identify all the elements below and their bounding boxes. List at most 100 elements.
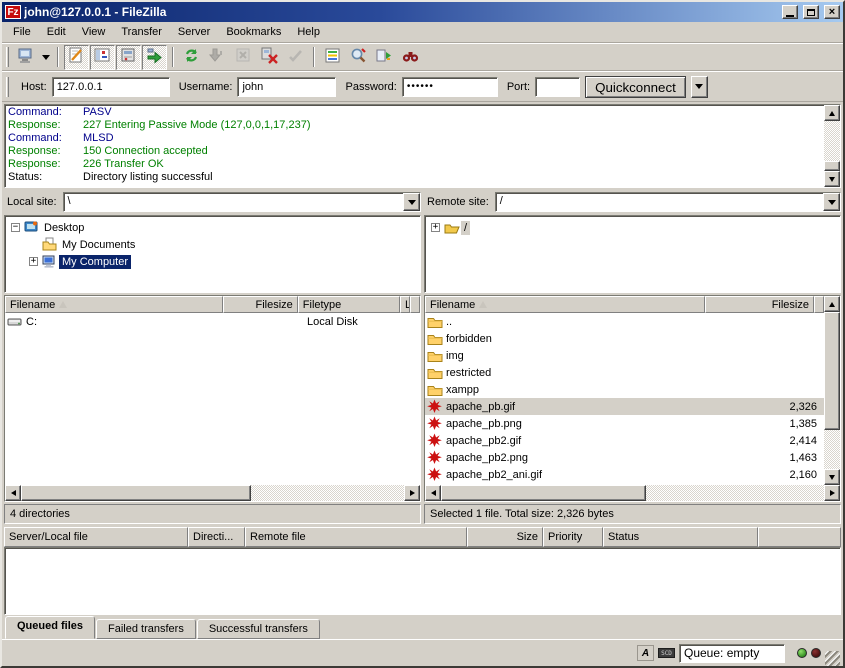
image-file-icon [427, 467, 443, 482]
tab-successful-transfers[interactable]: Successful transfers [197, 619, 320, 639]
remote-file-row[interactable]: apache_pb2.png1,463 [425, 449, 824, 466]
scroll-track[interactable] [646, 485, 824, 501]
scroll-thumb[interactable] [21, 485, 251, 501]
open-folder-icon [444, 221, 461, 235]
column-header-filename[interactable]: Filename [425, 296, 705, 313]
log-vertical-scrollbar[interactable] [824, 105, 840, 187]
remote-file-row[interactable]: xampp [425, 381, 824, 398]
menu-item-help[interactable]: Help [289, 23, 328, 41]
disconnect-button[interactable] [257, 45, 282, 70]
log-entry-label: Command: [8, 106, 83, 119]
tree-expander-plus[interactable]: + [29, 257, 38, 266]
remote-site-dropdown-button[interactable] [823, 193, 840, 211]
column-header-status[interactable]: Status [603, 527, 758, 547]
local-tree-item[interactable]: My Documents [5, 236, 420, 253]
host-input[interactable]: 127.0.0.1 [52, 77, 170, 97]
chevron-down-icon [695, 84, 703, 89]
maximize-button[interactable] [803, 5, 819, 19]
indicator-badge-icon[interactable]: SCD [658, 648, 675, 658]
scroll-up-button[interactable] [824, 296, 840, 312]
scroll-right-button[interactable] [824, 485, 840, 501]
column-header-remote-file[interactable]: Remote file [245, 527, 467, 547]
triangle-down-icon [829, 177, 835, 182]
directory-comparison-button[interactable] [346, 45, 371, 70]
scroll-down-button[interactable] [824, 171, 840, 187]
menu-item-bookmarks[interactable]: Bookmarks [218, 23, 289, 41]
scroll-thumb[interactable] [441, 485, 646, 501]
remote-cell-filesize [712, 364, 823, 381]
quickconnect-button[interactable]: Quickconnect [585, 76, 686, 98]
remote-file-row[interactable]: apache_pb2_ani.gif2,160 [425, 466, 824, 483]
password-input[interactable]: •••••• [402, 77, 498, 97]
local-horizontal-scrollbar[interactable] [5, 485, 420, 501]
remote-file-row[interactable]: apache_pb.png1,385 [425, 415, 824, 432]
scroll-up-button[interactable] [824, 105, 840, 121]
menu-item-file[interactable]: File [5, 23, 39, 41]
local-file-list: FilenameFilesizeFiletypeL C:Local Disk [4, 295, 421, 502]
site-manager-button[interactable] [13, 45, 38, 70]
minimize-button[interactable] [782, 5, 798, 19]
toggle-remote-tree-button[interactable] [116, 45, 141, 70]
refresh-button[interactable] [179, 45, 204, 70]
remote-file-row[interactable]: img [425, 347, 824, 364]
port-input[interactable] [535, 77, 580, 97]
toggle-local-tree-button[interactable] [90, 45, 115, 70]
column-header-server-local-file[interactable]: Server/Local file [4, 527, 188, 547]
username-input[interactable]: john [237, 77, 336, 97]
column-header-l[interactable]: L [400, 296, 410, 313]
tab-queued-files[interactable]: Queued files [5, 616, 95, 639]
remote-file-row[interactable]: apache_pb2.gif2,414 [425, 432, 824, 449]
remote-site-combobox[interactable]: / [495, 192, 841, 212]
local-site-value[interactable]: \ [64, 193, 403, 211]
column-header-filesize[interactable]: Filesize [223, 296, 298, 313]
scroll-track[interactable] [824, 121, 840, 161]
local-site-combobox[interactable]: \ [63, 192, 421, 212]
scroll-right-button[interactable] [404, 485, 420, 501]
remote-tree-item[interactable]: +/ [425, 219, 840, 236]
site-manager-dropdown-button[interactable] [39, 45, 52, 70]
scroll-thumb[interactable] [824, 161, 840, 171]
remote-file-row[interactable]: forbidden [425, 330, 824, 347]
remote-filesize: 1,385 [789, 418, 817, 430]
scroll-thumb[interactable] [824, 312, 840, 430]
column-header-directi-[interactable]: Directi... [188, 527, 245, 547]
transfer-type-indicator-icon[interactable]: A [637, 645, 654, 661]
column-header-filetype[interactable]: Filetype [298, 296, 400, 313]
tree-expander-minus[interactable]: − [11, 223, 20, 232]
remote-horizontal-scrollbar[interactable] [425, 485, 840, 501]
toggle-message-log-button[interactable] [64, 45, 89, 70]
scroll-track[interactable] [824, 430, 840, 469]
sort-ascending-icon [59, 301, 67, 308]
remote-site-value[interactable]: / [496, 193, 823, 211]
scroll-track[interactable] [251, 485, 404, 501]
quickconnect-dropdown-button[interactable] [691, 76, 708, 98]
local-file-row[interactable]: C:Local Disk [5, 313, 420, 330]
synchronized-browsing-button[interactable] [372, 45, 397, 70]
find-files-button[interactable] [398, 45, 423, 70]
menu-item-server[interactable]: Server [170, 23, 218, 41]
tree-expander-plus[interactable]: + [431, 223, 440, 232]
column-header-size[interactable]: Size [467, 527, 543, 547]
toggle-transfer-queue-button[interactable] [142, 45, 167, 70]
column-header-priority[interactable]: Priority [543, 527, 603, 547]
remote-file-row[interactable]: restricted [425, 364, 824, 381]
column-header-filesize[interactable]: Filesize [705, 296, 814, 313]
menu-item-edit[interactable]: Edit [39, 23, 74, 41]
close-button[interactable]: × [824, 5, 840, 19]
local-tree-item[interactable]: +My Computer [5, 253, 420, 270]
menu-item-view[interactable]: View [74, 23, 114, 41]
local-site-dropdown-button[interactable] [403, 193, 420, 211]
scroll-down-button[interactable] [824, 469, 840, 485]
scroll-left-button[interactable] [425, 485, 441, 501]
menu-item-transfer[interactable]: Transfer [113, 23, 170, 41]
log-entry-text: Directory listing successful [83, 171, 213, 184]
local-tree-item[interactable]: −Desktop [5, 219, 420, 236]
tab-failed-transfers[interactable]: Failed transfers [96, 619, 196, 639]
remote-file-row[interactable]: apache_pb.gif2,326 [425, 398, 824, 415]
resize-grip[interactable] [825, 651, 840, 666]
column-header-filename[interactable]: Filename [5, 296, 223, 313]
remote-vertical-scrollbar[interactable] [824, 296, 840, 485]
scroll-left-button[interactable] [5, 485, 21, 501]
remote-file-row[interactable]: .. [425, 313, 824, 330]
directory-listing-filters-button[interactable] [320, 45, 345, 70]
